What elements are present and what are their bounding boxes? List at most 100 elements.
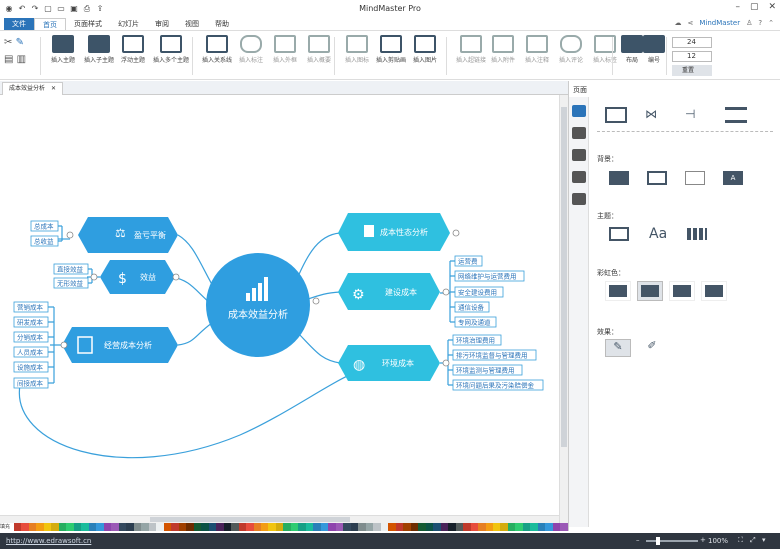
color-swatch[interactable] — [43, 523, 52, 531]
zoom-slider-knob[interactable] — [656, 537, 660, 545]
theme-grid-icon[interactable] — [687, 228, 708, 240]
central-topic[interactable] — [206, 253, 310, 357]
filter-icon[interactable]: ▾ — [762, 536, 766, 544]
color-swatch[interactable] — [515, 523, 523, 531]
document-tab[interactable]: 成本效益分析 ✕ — [2, 82, 64, 95]
color-swatch[interactable] — [66, 523, 74, 531]
rainbow-option-1[interactable] — [605, 281, 631, 301]
color-palette[interactable]: 填充 — [0, 523, 568, 531]
multiple-topics-button[interactable]: 插入多个主题 — [148, 35, 194, 77]
color-swatch[interactable] — [201, 523, 209, 531]
color-swatch[interactable] — [21, 523, 29, 531]
close-icon[interactable]: ✕ — [768, 2, 776, 12]
icons-panel-icon[interactable] — [572, 149, 586, 161]
website-link[interactable]: http://www.edrawsoft.cn — [6, 537, 91, 545]
color-swatch[interactable] — [81, 523, 89, 531]
color-swatch[interactable] — [268, 523, 276, 531]
save-icon[interactable]: ▣ — [69, 4, 79, 14]
color-swatch[interactable] — [275, 523, 284, 531]
color-swatch[interactable] — [223, 523, 232, 531]
color-swatch[interactable] — [343, 523, 351, 531]
color-swatch[interactable] — [103, 523, 112, 531]
color-swatch[interactable] — [283, 523, 291, 531]
color-swatch[interactable] — [186, 523, 194, 531]
color-swatch[interactable] — [246, 523, 254, 531]
tree-layout-icon[interactable]: ⋈ — [645, 107, 667, 123]
color-swatch[interactable] — [537, 523, 546, 531]
close-tab-icon[interactable]: ✕ — [51, 83, 56, 95]
print-icon[interactable]: ⎙ — [82, 4, 92, 14]
zoom-out-icon[interactable]: – — [636, 536, 640, 544]
relationship-button[interactable]: 插入关系线 — [198, 35, 236, 77]
redo-icon[interactable]: ↷ — [30, 4, 40, 14]
rainbow-option-3[interactable] — [669, 281, 695, 301]
maximize-icon[interactable]: ▢ — [750, 2, 759, 12]
zoom-in-icon[interactable]: + — [700, 536, 706, 544]
color-swatch[interactable] — [380, 523, 389, 531]
boundary-button[interactable]: 插入外框 — [268, 35, 302, 77]
font-size-input-1[interactable]: 24 — [672, 37, 712, 48]
color-swatch[interactable] — [500, 523, 508, 531]
color-swatch[interactable] — [410, 523, 419, 531]
color-swatch[interactable] — [73, 523, 82, 531]
list-layout-icon[interactable] — [725, 107, 747, 123]
insert-subtopic-button[interactable]: 插入子主题 — [80, 35, 118, 77]
comment-button[interactable]: 插入评论 — [554, 35, 588, 77]
color-swatch[interactable] — [350, 523, 359, 531]
color-swatch[interactable] — [365, 523, 374, 531]
color-swatch[interactable] — [448, 523, 456, 531]
color-swatch[interactable] — [395, 523, 404, 531]
new-icon[interactable]: ▢ — [43, 4, 53, 14]
color-swatch[interactable] — [485, 523, 493, 531]
outline-icon[interactable] — [572, 127, 586, 139]
export-icon[interactable]: ⇪ — [95, 4, 105, 14]
open-icon[interactable]: ▭ — [56, 4, 66, 14]
color-swatch[interactable] — [440, 523, 449, 531]
color-swatch[interactable] — [470, 523, 479, 531]
shirt-icon[interactable]: ♙ — [746, 19, 752, 27]
branch-construction-cost[interactable]: ⚙ 建设成本 — [338, 273, 440, 310]
color-swatch[interactable] — [560, 523, 568, 531]
color-swatch[interactable] — [463, 523, 471, 531]
bg-text-icon[interactable]: A — [723, 171, 743, 185]
color-swatch[interactable] — [208, 523, 217, 531]
color-swatch[interactable] — [88, 523, 97, 531]
color-swatch[interactable] — [141, 523, 149, 531]
color-swatch[interactable] — [290, 523, 299, 531]
fullscreen-icon[interactable]: ⤢ — [750, 536, 756, 545]
color-swatch[interactable] — [253, 523, 261, 531]
horizontal-scroll-thumb[interactable] — [150, 517, 350, 522]
note-button[interactable]: 插入注释 — [520, 35, 554, 77]
color-swatch[interactable] — [455, 523, 464, 531]
bg-picture-icon[interactable] — [685, 171, 705, 185]
color-swatch[interactable] — [320, 523, 329, 531]
color-swatch[interactable] — [545, 523, 553, 531]
page-style-icon[interactable] — [572, 105, 586, 117]
color-swatch[interactable] — [156, 523, 164, 531]
minimize-icon[interactable]: – — [735, 2, 740, 12]
vertical-scrollbar[interactable] — [559, 95, 568, 523]
cloud-icon[interactable]: ☁ — [674, 19, 681, 27]
tab-view[interactable]: 视图 — [177, 18, 207, 30]
tag-button[interactable]: 插入标签 — [588, 35, 622, 77]
vertical-scroll-thumb[interactable] — [561, 107, 567, 447]
tab-review[interactable]: 审阅 — [147, 18, 177, 30]
color-swatch[interactable] — [96, 523, 104, 531]
branch-break-even[interactable]: ⚖ 盈亏平衡 — [78, 217, 178, 253]
hyperlink-button[interactable]: 插入超链接 — [452, 35, 490, 77]
file-menu[interactable]: 文件 — [4, 18, 34, 30]
summary-button[interactable]: 插入概要 — [302, 35, 336, 77]
color-swatch[interactable] — [493, 523, 501, 531]
rainbow-option-2[interactable] — [637, 281, 663, 301]
map-layout-icon[interactable] — [605, 107, 627, 123]
task-icon[interactable] — [572, 193, 586, 205]
zoom-slider[interactable] — [646, 540, 698, 542]
color-swatch[interactable] — [51, 523, 59, 531]
color-swatch[interactable] — [28, 523, 37, 531]
color-swatch[interactable] — [522, 523, 531, 531]
color-swatch[interactable] — [507, 523, 516, 531]
color-swatch[interactable] — [148, 523, 157, 531]
branch-benefit[interactable]: $ 效益 — [100, 260, 175, 294]
attachment-button[interactable]: 插入附件 — [486, 35, 520, 77]
tab-page-style[interactable]: 页面样式 — [66, 18, 110, 30]
